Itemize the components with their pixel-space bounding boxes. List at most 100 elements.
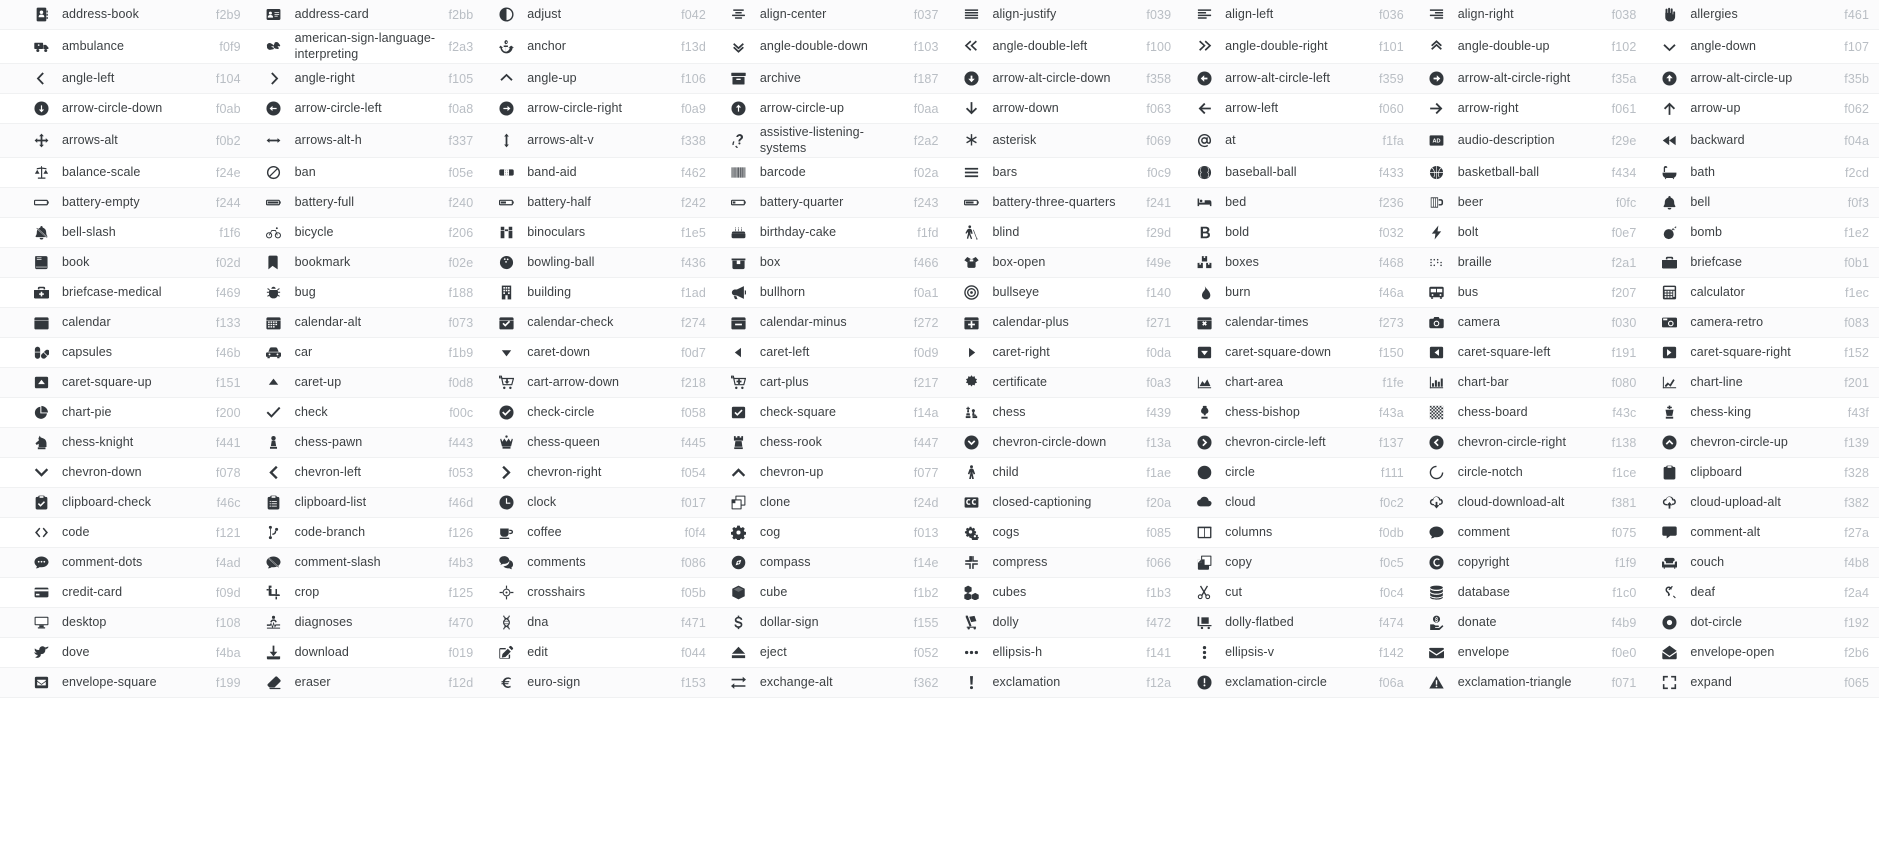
icon-cell[interactable]: chart-line f201	[1646, 368, 1879, 397]
icon-cell[interactable]: check f00c	[251, 398, 484, 427]
icon-cell[interactable]: arrows-alt f0b2	[0, 124, 251, 157]
icon-cell[interactable]: cloud-upload-alt f382	[1646, 488, 1879, 517]
icon-cell[interactable]: bell f0f3	[1646, 188, 1879, 217]
icon-cell[interactable]: balance-scale f24e	[0, 158, 251, 187]
icon-cell[interactable]: arrow-down f063	[949, 94, 1182, 123]
icon-cell[interactable]: calendar-times f273	[1181, 308, 1414, 337]
icon-cell[interactable]: comments f086	[483, 548, 716, 577]
icon-cell[interactable]: arrow-up f062	[1646, 94, 1879, 123]
icon-cell[interactable]: chart-area f1fe	[1181, 368, 1414, 397]
icon-cell[interactable]: caret-right f0da	[949, 338, 1182, 367]
icon-cell[interactable]: comment-dots f4ad	[0, 548, 251, 577]
icon-cell[interactable]: exchange-alt f362	[716, 668, 949, 697]
icon-cell[interactable]: angle-double-up f102	[1414, 30, 1647, 63]
icon-cell[interactable]: child f1ae	[949, 458, 1182, 487]
icon-cell[interactable]: exclamation-circle f06a	[1181, 668, 1414, 697]
icon-cell[interactable]: battery-quarter f243	[716, 188, 949, 217]
icon-cell[interactable]: download f019	[251, 638, 484, 667]
icon-cell[interactable]: clone f24d	[716, 488, 949, 517]
icon-cell[interactable]: bicycle f206	[251, 218, 484, 247]
icon-cell[interactable]: briefcase f0b1	[1646, 248, 1879, 277]
icon-cell[interactable]: diagnoses f470	[251, 608, 484, 637]
icon-cell[interactable]: chevron-right f054	[483, 458, 716, 487]
icon-cell[interactable]: arrows-alt-h f337	[251, 124, 484, 157]
icon-cell[interactable]: box f466	[716, 248, 949, 277]
icon-cell[interactable]: box-open f49e	[949, 248, 1182, 277]
icon-cell[interactable]: anchor f13d	[483, 30, 716, 63]
icon-cell[interactable]: database f1c0	[1414, 578, 1647, 607]
icon-cell[interactable]: bullseye f140	[949, 278, 1182, 307]
icon-cell[interactable]: cog f013	[716, 518, 949, 547]
icon-cell[interactable]: car f1b9	[251, 338, 484, 367]
icon-cell[interactable]: binoculars f1e5	[483, 218, 716, 247]
icon-cell[interactable]: clipboard-list f46d	[251, 488, 484, 517]
icon-cell[interactable]: cloud-download-alt f381	[1414, 488, 1647, 517]
icon-cell[interactable]: calculator f1ec	[1646, 278, 1879, 307]
icon-cell[interactable]: battery-empty f244	[0, 188, 251, 217]
icon-cell[interactable]: cube f1b2	[716, 578, 949, 607]
icon-cell[interactable]: angle-double-left f100	[949, 30, 1182, 63]
icon-cell[interactable]: birthday-cake f1fd	[716, 218, 949, 247]
icon-cell[interactable]: caret-square-down f150	[1181, 338, 1414, 367]
icon-cell[interactable]: capsules f46b	[0, 338, 251, 367]
icon-cell[interactable]: band-aid f462	[483, 158, 716, 187]
icon-cell[interactable]: coffee f0f4	[483, 518, 716, 547]
icon-cell[interactable]: chess-rook f447	[716, 428, 949, 457]
icon-cell[interactable]: cart-plus f217	[716, 368, 949, 397]
icon-cell[interactable]: chevron-circle-right f138	[1414, 428, 1647, 457]
icon-cell[interactable]: cogs f085	[949, 518, 1182, 547]
icon-cell[interactable]: angle-double-down f103	[716, 30, 949, 63]
icon-cell[interactable]: calendar f133	[0, 308, 251, 337]
icon-cell[interactable]: chart-bar f080	[1414, 368, 1647, 397]
icon-cell[interactable]: align-left f036	[1181, 0, 1414, 29]
icon-cell[interactable]: allergies f461	[1646, 0, 1879, 29]
icon-cell[interactable]: arrows-alt-v f338	[483, 124, 716, 157]
icon-cell[interactable]: arrow-alt-circle-left f359	[1181, 64, 1414, 93]
icon-cell[interactable]: backward f04a	[1646, 124, 1879, 157]
icon-cell[interactable]: bed f236	[1181, 188, 1414, 217]
icon-cell[interactable]: barcode f02a	[716, 158, 949, 187]
icon-cell[interactable]: align-right f038	[1414, 0, 1647, 29]
icon-cell[interactable]: battery-full f240	[251, 188, 484, 217]
icon-cell[interactable]: baseball-ball f433	[1181, 158, 1414, 187]
icon-cell[interactable]: desktop f108	[0, 608, 251, 637]
icon-cell[interactable]: angle-up f106	[483, 64, 716, 93]
icon-cell[interactable]: certificate f0a3	[949, 368, 1182, 397]
icon-cell[interactable]: chart-pie f200	[0, 398, 251, 427]
icon-cell[interactable]: comment f075	[1414, 518, 1647, 547]
icon-cell[interactable]: compass f14e	[716, 548, 949, 577]
icon-cell[interactable]: exclamation-triangle f071	[1414, 668, 1647, 697]
icon-cell[interactable]: circle f111	[1181, 458, 1414, 487]
icon-cell[interactable]: credit-card f09d	[0, 578, 251, 607]
icon-cell[interactable]: angle-double-right f101	[1181, 30, 1414, 63]
icon-cell[interactable]: bug f188	[251, 278, 484, 307]
icon-cell[interactable]: eject f052	[716, 638, 949, 667]
icon-cell[interactable]: euro-sign f153	[483, 668, 716, 697]
icon-cell[interactable]: clipboard-check f46c	[0, 488, 251, 517]
icon-cell[interactable]: beer f0fc	[1414, 188, 1647, 217]
icon-cell[interactable]: bowling-ball f436	[483, 248, 716, 277]
icon-cell[interactable]: ban f05e	[251, 158, 484, 187]
icon-cell[interactable]: dna f471	[483, 608, 716, 637]
icon-cell[interactable]: caret-square-right f152	[1646, 338, 1879, 367]
icon-cell[interactable]: code-branch f126	[251, 518, 484, 547]
icon-cell[interactable]: bookmark f02e	[251, 248, 484, 277]
icon-cell[interactable]: cart-arrow-down f218	[483, 368, 716, 397]
icon-cell[interactable]: battery-three-quarters f241	[949, 188, 1182, 217]
icon-cell[interactable]: arrow-right f061	[1414, 94, 1647, 123]
icon-cell[interactable]: bold f032	[1181, 218, 1414, 247]
icon-cell[interactable]: bath f2cd	[1646, 158, 1879, 187]
icon-cell[interactable]: caret-left f0d9	[716, 338, 949, 367]
icon-cell[interactable]: dot-circle f192	[1646, 608, 1879, 637]
icon-cell[interactable]: eraser f12d	[251, 668, 484, 697]
icon-cell[interactable]: dove f4ba	[0, 638, 251, 667]
icon-cell[interactable]: closed-captioning f20a	[949, 488, 1182, 517]
icon-cell[interactable]: address-book f2b9	[0, 0, 251, 29]
icon-cell[interactable]: comment-slash f4b3	[251, 548, 484, 577]
icon-cell[interactable]: caret-up f0d8	[251, 368, 484, 397]
icon-cell[interactable]: copyright f1f9	[1414, 548, 1647, 577]
icon-cell[interactable]: burn f46a	[1181, 278, 1414, 307]
icon-cell[interactable]: check-square f14a	[716, 398, 949, 427]
icon-cell[interactable]: bomb f1e2	[1646, 218, 1879, 247]
icon-cell[interactable]: calendar-minus f272	[716, 308, 949, 337]
